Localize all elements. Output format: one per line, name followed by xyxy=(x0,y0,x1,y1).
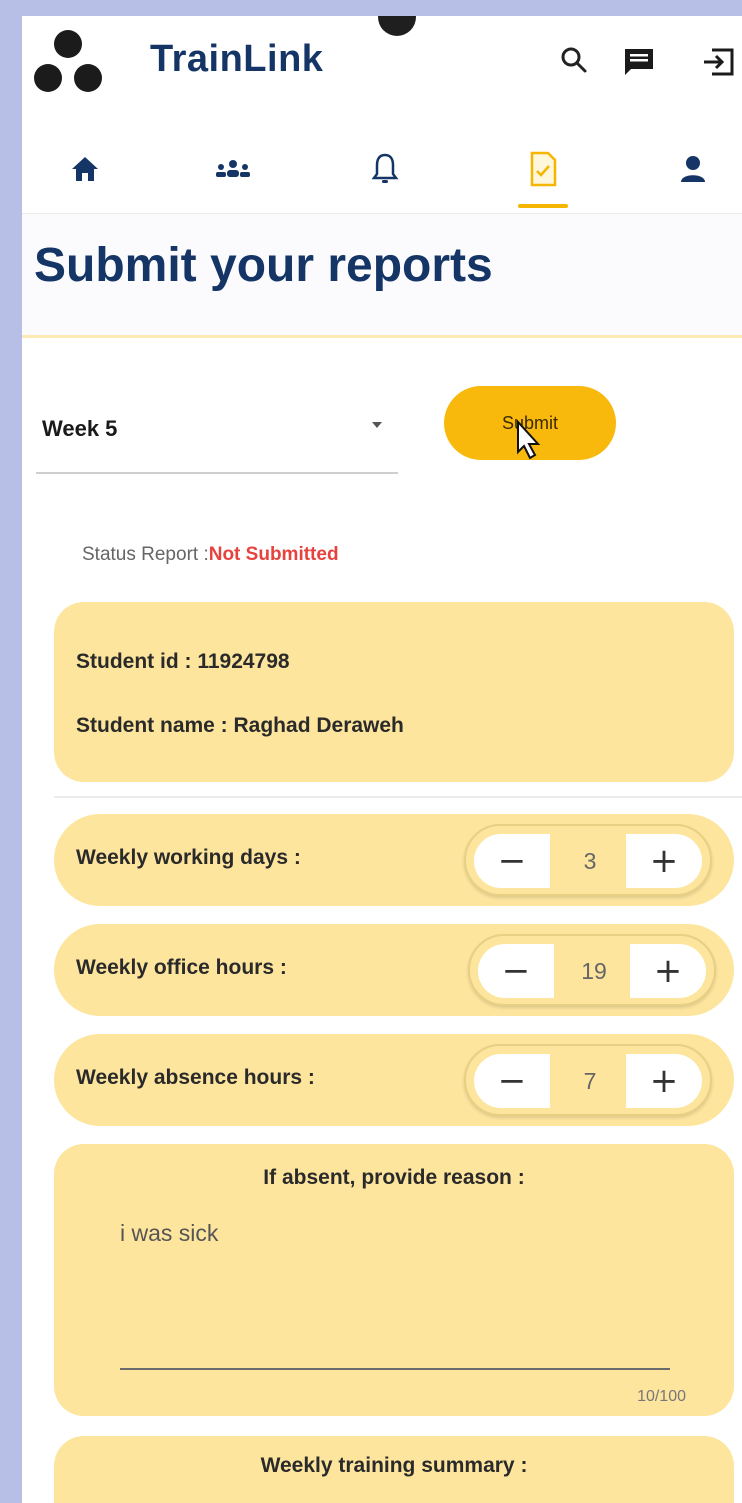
page-title: Submit your reports xyxy=(34,239,493,292)
app-title: TrainLink xyxy=(150,38,324,80)
active-tab-indicator xyxy=(518,204,568,208)
bell-icon xyxy=(371,153,399,183)
dropdown-arrow-icon xyxy=(372,422,382,428)
working-days-label: Weekly working days : xyxy=(76,846,301,869)
profile-icon xyxy=(681,156,705,182)
working-days-value: 3 xyxy=(583,847,597,874)
office-hours-decrement-button[interactable]: − xyxy=(478,944,554,998)
student-name: Student name : Raghad Deraweh xyxy=(76,714,404,737)
report-icon xyxy=(530,151,557,187)
weekly-summary-title: Weekly training summary : xyxy=(260,1454,528,1477)
office-hours-stepper: − 19 + xyxy=(468,934,716,1006)
app-screen: TrainLink Submit your reports Week 5 Sub… xyxy=(22,16,742,1503)
absence-hours-stepper: − 7 + xyxy=(464,1044,712,1116)
home-icon xyxy=(72,157,98,181)
office-hours-increment-button[interactable]: + xyxy=(630,944,706,998)
nav-groups[interactable] xyxy=(198,134,268,204)
nav-profile[interactable] xyxy=(658,134,728,204)
working-days-stepper: − 3 + xyxy=(464,824,712,896)
chat-icon[interactable] xyxy=(622,46,656,78)
nav-reports[interactable] xyxy=(508,134,578,204)
nav-notifications[interactable] xyxy=(350,134,420,204)
working-days-increment-button[interactable]: + xyxy=(626,834,702,888)
student-info-card: Student id : 11924798 Student name : Rag… xyxy=(54,602,734,782)
week-dropdown[interactable]: Week 5 xyxy=(36,394,398,474)
top-bar: TrainLink xyxy=(22,16,742,108)
absence-reason-card: If absent, provide reason : i was sick 1… xyxy=(54,1144,734,1416)
office-hours-label: Weekly office hours : xyxy=(76,956,287,979)
search-icon[interactable] xyxy=(560,46,588,76)
working-days-card: Weekly working days : − 3 + xyxy=(54,814,734,906)
student-id: Student id : 11924798 xyxy=(76,650,290,673)
divider xyxy=(54,796,742,798)
page-header: Submit your reports xyxy=(22,214,742,338)
mouse-cursor-icon xyxy=(517,419,541,460)
office-hours-value: 19 xyxy=(581,957,607,984)
absence-hours-increment-button[interactable]: + xyxy=(626,1054,702,1108)
status-report: Status Report :Not Submitted xyxy=(82,544,339,566)
groups-icon xyxy=(216,160,250,177)
absence-reason-char-counter: 10/100 xyxy=(637,1388,686,1405)
logo-icon xyxy=(34,30,102,92)
working-days-decrement-button[interactable]: − xyxy=(474,834,550,888)
status-label: Status Report : xyxy=(82,544,209,565)
bottom-nav xyxy=(22,124,742,214)
absence-reason-underline xyxy=(120,1368,670,1370)
logout-icon[interactable] xyxy=(702,46,738,78)
absence-reason-field[interactable]: i was sick xyxy=(120,1220,218,1247)
nav-home[interactable] xyxy=(50,134,120,204)
absence-hours-value: 7 xyxy=(583,1067,597,1094)
absence-hours-label: Weekly absence hours : xyxy=(76,1066,315,1089)
absence-reason-title: If absent, provide reason : xyxy=(263,1166,525,1189)
weekly-summary-card: Weekly training summary : xyxy=(54,1436,734,1503)
absence-hours-card: Weekly absence hours : − 7 + xyxy=(54,1034,734,1126)
week-dropdown-value: Week 5 xyxy=(42,416,118,441)
office-hours-card: Weekly office hours : − 19 + xyxy=(54,924,734,1016)
status-value: Not Submitted xyxy=(208,544,339,565)
absence-hours-decrement-button[interactable]: − xyxy=(474,1054,550,1108)
